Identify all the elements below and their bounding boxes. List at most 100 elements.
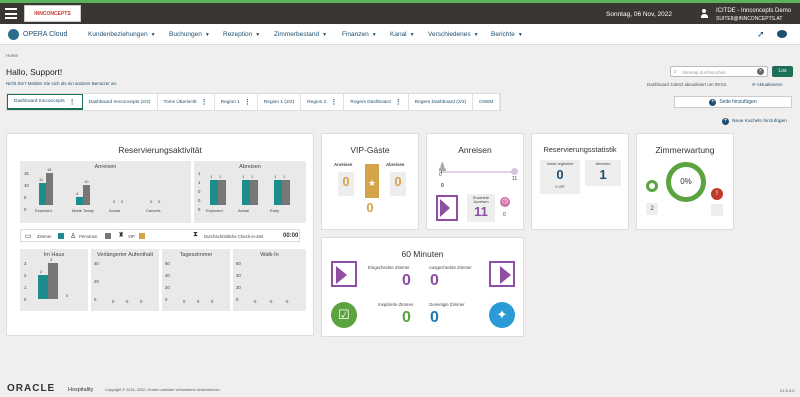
x-tick-label: Expected: [35, 208, 52, 213]
kebab-icon[interactable]: ⋮: [395, 98, 402, 106]
bar-value: 1: [242, 174, 245, 179]
chevron-down-icon: ▼: [150, 32, 156, 38]
property-logo[interactable]: INNCONCEPTS: [24, 5, 81, 22]
chevron-down-icon: ▼: [473, 32, 479, 38]
menu-icon[interactable]: [5, 8, 17, 19]
user-login[interactable]: SUITE8@INNCONCEPTS.AT: [716, 16, 782, 22]
in-house-chart[interactable]: Im Haus 3 2 1 0 2 3 0: [20, 249, 88, 311]
extended-stay-chart[interactable]: Verlängerter Aufenthalt 40 20 0 0 0 0: [91, 249, 159, 311]
bar-value: 0: [183, 299, 186, 304]
tile-title: Anreisen: [458, 145, 492, 155]
search-icon: ⌕: [674, 69, 677, 75]
vip-arrivals-label: Anreisen: [334, 162, 353, 167]
sixty-minutes-tile[interactable]: 60 Minuten Eingecheckte Zimmer 0 Ausgech…: [321, 237, 524, 337]
nav-finanzen[interactable]: Finanzen ▼: [342, 31, 377, 38]
y-tick: 20: [94, 279, 99, 284]
switch-user-link[interactable]: Nicht Sie? Melden Sie sich als ein ander…: [6, 81, 117, 86]
legend-persons: Personen: [79, 234, 98, 239]
checked-out-door-icon: [489, 261, 515, 287]
bar-value: 0: [150, 199, 153, 204]
user-name[interactable]: ICITDE - Innconcepts Demo: [716, 8, 791, 14]
hourglass-icon: ⧗: [193, 231, 198, 238]
arrivals-right-value: 11: [512, 176, 518, 182]
kebab-icon[interactable]: ⋮: [69, 98, 76, 106]
tile-title: Zimmerwartung: [655, 145, 715, 155]
rocket-icon[interactable]: ➚: [757, 29, 765, 40]
kebab-icon[interactable]: ⋮: [330, 98, 337, 106]
hospitality-label: Hospitality: [68, 387, 94, 393]
arrivals-chart[interactable]: Anreisen 15 10 5 0 11 16 Expected 4 10 Made T…: [20, 161, 191, 223]
room-waitlist-tile[interactable]: Zimmerwartung 0% ! 2: [636, 133, 734, 230]
y-tick: 40: [165, 273, 170, 278]
y-tick: 0: [198, 189, 201, 194]
tab-region-2[interactable]: Region 2 ⋮: [301, 94, 345, 110]
tab-region-1-2[interactable]: Region 1 (2/2): [258, 94, 302, 110]
add-page-button[interactable]: + Seite hinzufügen: [674, 96, 792, 108]
reservation-activity-tile[interactable]: Reservierungsaktivität Anreisen 15 10 5 …: [6, 133, 314, 336]
nav-kundenbeziehungen[interactable]: Kundenbeziehungen ▼: [88, 31, 156, 38]
x-tick-label: Expected: [206, 208, 223, 213]
departures-count: 1: [599, 167, 607, 182]
opera-cloud-icon[interactable]: [8, 29, 19, 40]
tab-dashboard-innconcepts-2[interactable]: Dashboard Innconcepts (2/2): [83, 94, 158, 110]
tab-rogers-dashboard-2[interactable]: Rogers Dashboard (2/2): [409, 94, 474, 110]
tab-osem[interactable]: OSEM: [473, 94, 501, 110]
y-tick: 0: [236, 297, 239, 302]
reservation-stats-tile[interactable]: Reservierungsstatistik Vorab registriert…: [531, 133, 629, 230]
arrivals-tile[interactable]: Anreisen ♟ 0 11 0 Erwartete Anreisen 11 …: [426, 133, 524, 230]
tab-toms-uebersicht[interactable]: Toms Übersicht ⋮: [158, 94, 215, 110]
chart-label: Walk-In: [260, 252, 279, 258]
y-tick: 0: [198, 207, 201, 212]
pre-registered-box: Vorab registriert 0 0 VIP: [540, 160, 580, 194]
chat-icon[interactable]: [777, 30, 787, 38]
legend-swatch-persons: [105, 233, 111, 239]
progress-end-dot: [511, 168, 518, 175]
chevron-down-icon: ▼: [517, 32, 523, 38]
chevron-down-icon: ▼: [409, 32, 415, 38]
vip-guests-tile[interactable]: VIP-Gäste Anreisen Abreisen 0 ★ 0 0: [321, 133, 419, 230]
bar-persons: [48, 263, 58, 299]
search-go-button[interactable]: Los: [772, 66, 793, 77]
checked-in-count: 0: [402, 272, 411, 289]
bar-value: 0: [66, 293, 69, 298]
refresh-link[interactable]: ⟳ Aktualisieren: [752, 82, 783, 88]
legend-rooms: Zimmer: [37, 234, 52, 239]
y-tick: 3: [24, 261, 27, 266]
kebab-icon[interactable]: ⋮: [244, 98, 251, 106]
walk-in-chart[interactable]: Walk-In 60 40 20 0 0 0 0: [233, 249, 306, 311]
departures-chart[interactable]: Abreisen 1 1 0 0 0 1 1 Expected 1 1 Actual 1 1 E…: [194, 161, 306, 223]
departures-plot: 1 1 Expected 1 1 Actual 1 1 Early: [206, 174, 301, 213]
clear-icon[interactable]: ×: [757, 68, 764, 75]
bar-value: 11: [39, 177, 44, 182]
day-rooms-chart[interactable]: Tageszimmer 60 40 20 0 0 0 0: [162, 249, 230, 311]
add-tiles-link[interactable]: + Neue Kacheln hinzufügen: [722, 118, 787, 125]
nav-kanal[interactable]: Kanal ▼: [390, 31, 415, 38]
person-icon: ♙: [70, 233, 77, 240]
sitemap-search[interactable]: ⌕ Sitemap durchsuchen ×: [670, 66, 768, 77]
clock-icon: ◷: [500, 197, 510, 207]
bar-value: 0: [112, 299, 115, 304]
tile-title: 60 Minuten: [401, 249, 444, 259]
nav-berichte[interactable]: Berichte ▼: [491, 31, 523, 38]
search-placeholder: Sitemap durchsuchen: [682, 70, 726, 75]
expected-arrivals-count: 11: [474, 204, 488, 219]
bar-value: 4: [76, 191, 79, 196]
y-tick: 5: [24, 195, 27, 200]
bar-persons: [282, 180, 290, 205]
checked-out-label: Ausgecheckte Zimmer: [429, 265, 472, 270]
app-name[interactable]: OPERA Cloud: [23, 31, 67, 38]
chart-label: Abreisen: [239, 164, 261, 170]
nav-buchungen[interactable]: Buchungen ▼: [169, 31, 210, 38]
y-tick: 1: [198, 171, 201, 176]
user-icon[interactable]: [700, 9, 708, 18]
nav-verschiedenes[interactable]: Verschiedenes ▼: [428, 31, 479, 38]
nav-zimmerbestand[interactable]: Zimmerbestand ▼: [274, 31, 327, 38]
nav-rezeption[interactable]: Rezeption ▼: [223, 31, 260, 38]
tab-dashboard-innconcepts[interactable]: Dashboard Innconcepts ⋮: [7, 94, 83, 110]
tab-rogers-dashboard[interactable]: Rogers Dashboard ⋮: [344, 94, 409, 110]
kebab-icon[interactable]: ⋮: [201, 98, 208, 106]
tab-region-1[interactable]: Region 1 ⋮: [215, 94, 258, 110]
chart-label: Anreisen: [94, 164, 117, 170]
vip-departures-count: 0: [394, 174, 402, 189]
breadcrumb[interactable]: Home: [6, 53, 18, 58]
